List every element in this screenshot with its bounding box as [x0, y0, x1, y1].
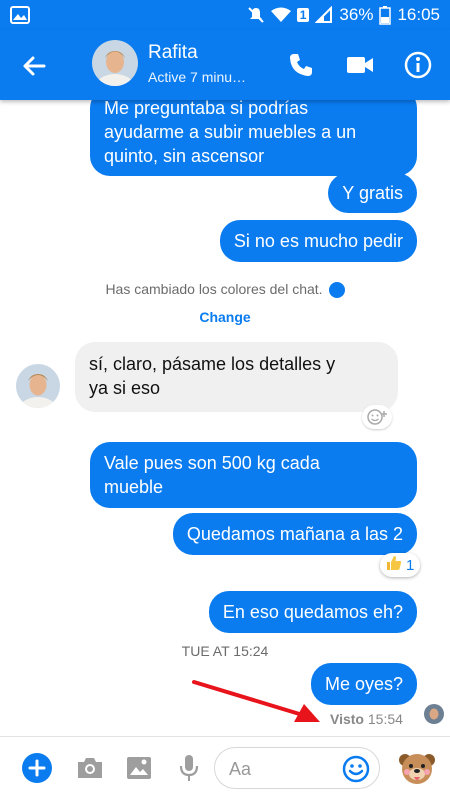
wifi-icon	[270, 7, 291, 23]
video-camera-icon[interactable]	[345, 50, 375, 80]
plus-icon[interactable]	[22, 753, 52, 783]
message-outgoing[interactable]: Y gratis	[328, 173, 417, 213]
message-text: ya si eso	[89, 378, 161, 398]
message-input[interactable]	[229, 756, 339, 782]
sticker-icon[interactable]	[398, 749, 436, 787]
change-link-text[interactable]: Change	[199, 309, 250, 325]
clock: 16:05	[397, 5, 440, 24]
camera-icon[interactable]	[75, 753, 105, 783]
seen-label: Visto	[330, 711, 364, 727]
system-message: Has cambiado los colores del chat.	[0, 281, 450, 299]
message-text: Me oyes?	[324, 674, 403, 694]
message-outgoing[interactable]: Me preguntaba si podrías ayudarme a subi…	[90, 100, 417, 176]
system-message-text: Has cambiado los colores del chat.	[105, 281, 323, 297]
timestamp-text: TUE AT 15:24	[181, 643, 269, 659]
avatar	[424, 704, 444, 724]
message-thread[interactable]: Me preguntaba si podrías ayudarme a subi…	[0, 100, 450, 736]
back-arrow-icon[interactable]	[20, 52, 48, 80]
message-text: Vale pues son 500 kg cada	[104, 453, 320, 473]
message-outgoing[interactable]: Si no es mucho pedir	[219, 220, 417, 262]
sim-badge: 1	[296, 8, 310, 22]
message-outgoing[interactable]: Vale pues son 500 kg cada mueble	[90, 442, 417, 508]
smiley-icon[interactable]	[341, 754, 371, 784]
message-text: sí, claro, pásame los detalles y	[89, 354, 336, 374]
chat-color-dot	[328, 282, 345, 299]
message-outgoing[interactable]: En eso quedamos eh?	[208, 591, 417, 633]
message-text: mueble	[104, 477, 164, 497]
message-text: En eso quedamos eh?	[222, 602, 403, 622]
thumbs-up-icon	[386, 555, 402, 575]
add-emoji-icon[interactable]	[362, 405, 392, 429]
status-bar: 1 36% 16:05	[0, 0, 450, 30]
battery-icon	[379, 5, 392, 25]
battery-percent: 36%	[339, 5, 374, 24]
time-separator: TUE AT 15:24	[0, 643, 450, 659]
reaction-chip[interactable]: 1	[380, 553, 421, 577]
signal-icon	[315, 6, 333, 24]
contact-name[interactable]: Rafita	[148, 42, 198, 64]
avatar[interactable]	[16, 364, 60, 408]
message-input-container[interactable]	[214, 747, 380, 789]
red-arrow-annotation	[192, 680, 320, 722]
gallery-icon[interactable]	[124, 753, 154, 783]
phone-icon[interactable]	[286, 50, 316, 80]
microphone-icon[interactable]	[174, 753, 204, 783]
message-text: Y gratis	[342, 183, 403, 203]
message-text: Si no es mucho pedir	[233, 231, 403, 251]
message-text: Me preguntaba si podrías	[104, 100, 309, 118]
composer-bar	[0, 736, 450, 800]
mute-icon	[247, 6, 265, 24]
change-color-link[interactable]: Change	[0, 309, 450, 325]
message-outgoing[interactable]: Quedamos mañana a las 2	[172, 513, 417, 555]
seen-time: 15:54	[367, 711, 403, 727]
image-icon	[10, 6, 30, 29]
seen-indicator: Visto 15:54	[330, 711, 403, 727]
message-text: Quedamos mañana a las 2	[186, 524, 403, 544]
reaction-count: 1	[406, 556, 415, 574]
message-text: quinto, sin ascensor	[104, 146, 265, 166]
conversation-header: Rafita Active 7 minu…	[0, 30, 450, 100]
info-icon[interactable]	[403, 50, 433, 80]
avatar[interactable]	[92, 40, 138, 86]
active-status: Active 7 minu…	[148, 69, 247, 85]
message-text: ayudarme a subir muebles a un	[104, 122, 357, 142]
message-incoming[interactable]: sí, claro, pásame los detalles y ya si e…	[75, 342, 398, 412]
